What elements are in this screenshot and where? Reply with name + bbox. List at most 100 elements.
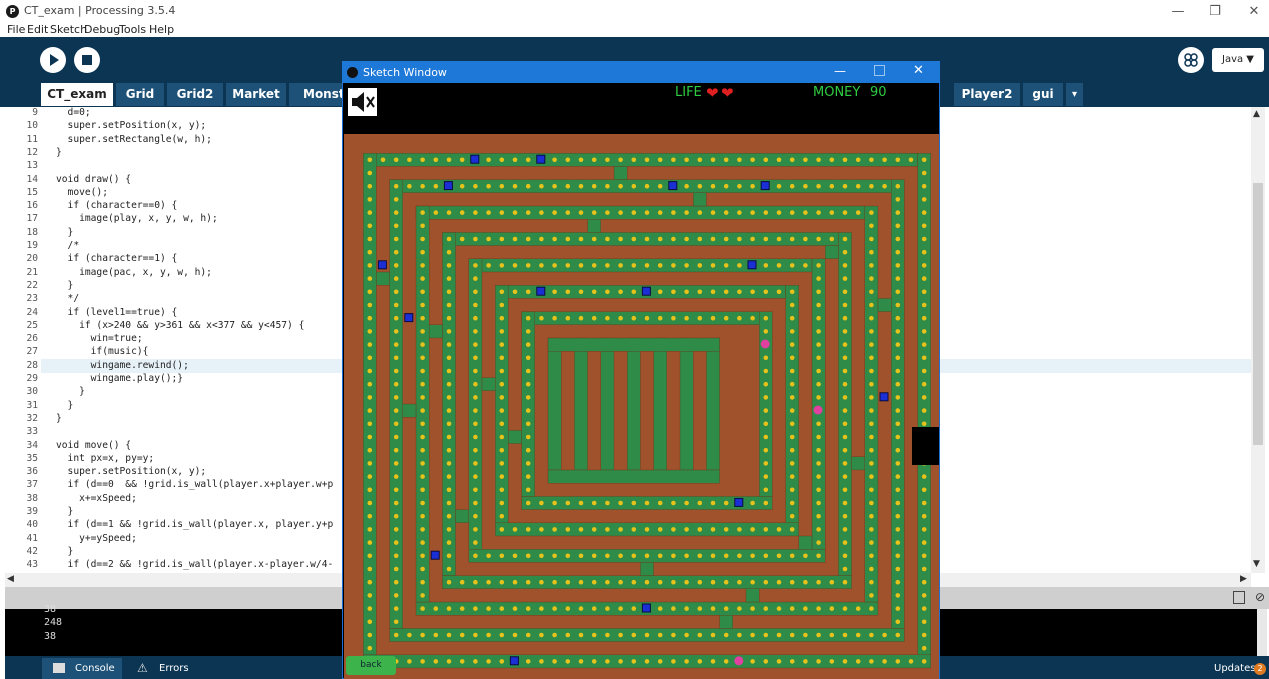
menu-tools[interactable]: Tools (119, 23, 146, 36)
code-line[interactable]: if (level1==true) { (56, 307, 178, 318)
code-line[interactable]: image(play, x, y, w, h); (56, 213, 218, 224)
code-line[interactable]: } (56, 400, 74, 411)
code-line[interactable]: move(); (56, 187, 108, 198)
code-line[interactable]: y+=ySpeed; (56, 533, 137, 544)
coin-icon (473, 606, 478, 611)
code-line[interactable]: x+=xSpeed; (56, 493, 137, 504)
tab-grid2[interactable]: Grid2 (167, 83, 223, 106)
coin-icon (869, 553, 874, 559)
console-scrollbar[interactable] (1257, 609, 1267, 656)
code-line[interactable]: } (56, 413, 62, 424)
coin-icon (684, 579, 689, 585)
code-line[interactable]: int px=x, py=y; (56, 453, 155, 464)
coin-icon (407, 659, 412, 664)
coin-icon (393, 461, 399, 466)
debugger-button[interactable] (1178, 47, 1204, 73)
code-line[interactable]: } (56, 280, 74, 291)
code-line[interactable]: if (d==1 && !grid.is_wall(player.x, play… (56, 519, 334, 530)
coin-icon (473, 500, 478, 506)
code-line[interactable]: win=true; (56, 333, 143, 344)
scroll-up-icon[interactable]: ▲ (1253, 109, 1260, 119)
coin-icon (420, 632, 425, 638)
mute-button[interactable] (348, 88, 377, 116)
code-line[interactable]: if (d==2 && !grid.is_wall(player.x-playe… (56, 559, 334, 570)
line-number: 30 (26, 386, 38, 398)
code-line[interactable]: d=0; (56, 107, 91, 118)
line-number: 34 (26, 439, 38, 451)
menu-debug[interactable]: Debug (84, 23, 120, 36)
maximize-icon[interactable]: ❐ (1195, 2, 1235, 22)
coin-icon (407, 183, 412, 189)
tab-ct-exam[interactable]: CT_exam (41, 83, 113, 106)
tab-market[interactable]: Market (226, 83, 286, 106)
coin-icon (723, 315, 729, 321)
coin-icon (710, 315, 716, 321)
sketch-minimize-icon[interactable]: — (834, 64, 846, 78)
coin-icon (657, 157, 663, 163)
scroll-left-icon[interactable]: ◀ (7, 574, 14, 584)
coin-icon (578, 289, 584, 295)
code-line[interactable]: super.setRectangle(w, h); (56, 134, 212, 145)
menu-edit[interactable]: Edit (27, 23, 48, 36)
code-line[interactable]: } (56, 506, 74, 517)
code-line[interactable]: super.setPosition(x, y); (56, 466, 207, 477)
code-line[interactable]: } (56, 227, 74, 238)
code-line[interactable]: */ (56, 293, 80, 304)
coin-icon (789, 606, 795, 611)
coin-icon (829, 606, 835, 611)
coin-icon (789, 500, 795, 506)
code-line[interactable]: super.setPosition(x, y); (56, 120, 207, 131)
tab-player2[interactable]: Player2 (954, 83, 1020, 106)
coin-icon (829, 183, 835, 189)
close-icon[interactable]: ✕ (1234, 2, 1269, 22)
coin-icon (525, 183, 531, 189)
code-line[interactable]: if (character==1) { (56, 253, 178, 264)
code-line[interactable]: } (56, 147, 62, 158)
run-button[interactable] (40, 47, 66, 73)
errors-tab[interactable]: Errors (159, 658, 189, 679)
menu-file[interactable]: File (7, 23, 25, 36)
code-line[interactable]: if (character==0) { (56, 200, 178, 211)
code-line[interactable]: } (56, 546, 74, 557)
menu-sketch[interactable]: Sketch (50, 23, 87, 36)
code-line[interactable]: wingame.rewind(); (56, 360, 189, 371)
copy-console-icon[interactable] (1233, 591, 1245, 604)
updates-link[interactable]: Updates (1214, 658, 1255, 679)
scroll-right-icon[interactable]: ▶ (1240, 574, 1247, 584)
coin-icon (420, 593, 425, 598)
editor-scroll-thumb[interactable] (1253, 183, 1263, 445)
stop-button[interactable] (74, 47, 100, 73)
code-line[interactable]: void draw() { (56, 174, 131, 185)
tab-monster[interactable]: Monster (289, 83, 359, 106)
coin-icon (591, 236, 597, 242)
sketch-maximize-icon[interactable] (874, 65, 885, 76)
code-line[interactable]: void move() { (56, 440, 131, 451)
coin-icon (512, 210, 518, 215)
console-tab[interactable]: Console (75, 658, 115, 679)
code-line[interactable]: } (56, 386, 85, 397)
tab-overflow-menu[interactable]: ▾ (1066, 83, 1083, 106)
code-line[interactable]: if(music){ (56, 346, 149, 357)
coin-icon (393, 276, 399, 281)
tab-grid[interactable]: Grid (116, 83, 164, 106)
mode-selector[interactable]: Java ▼ (1212, 48, 1264, 72)
code-line[interactable]: /* (56, 240, 80, 251)
code-line[interactable]: if (d==0 && !grid.is_wall(player.x+playe… (56, 479, 334, 490)
menu-help[interactable]: Help (149, 23, 174, 36)
scroll-down-icon[interactable]: ▼ (1253, 559, 1260, 569)
sketch-close-icon[interactable]: ✕ (913, 63, 924, 78)
code-line[interactable]: image(pac, x, y, w, h); (56, 267, 212, 278)
line-number: 41 (26, 532, 38, 544)
coin-icon (420, 249, 425, 255)
code-line[interactable]: wingame.play();} (56, 373, 183, 384)
coin-icon (499, 487, 505, 493)
collapse-console-icon[interactable]: ⊘ (1255, 590, 1265, 604)
back-button[interactable]: back (346, 656, 396, 675)
tab-gui[interactable]: gui (1023, 83, 1063, 106)
game-maze[interactable] (344, 134, 939, 679)
minimize-icon[interactable]: — (1158, 2, 1198, 22)
coin-icon (737, 527, 742, 532)
coin-icon (420, 447, 425, 453)
coin-icon (895, 447, 901, 453)
code-line[interactable]: if (x>240 && y>361 && x<377 && y<457) { (56, 320, 304, 331)
